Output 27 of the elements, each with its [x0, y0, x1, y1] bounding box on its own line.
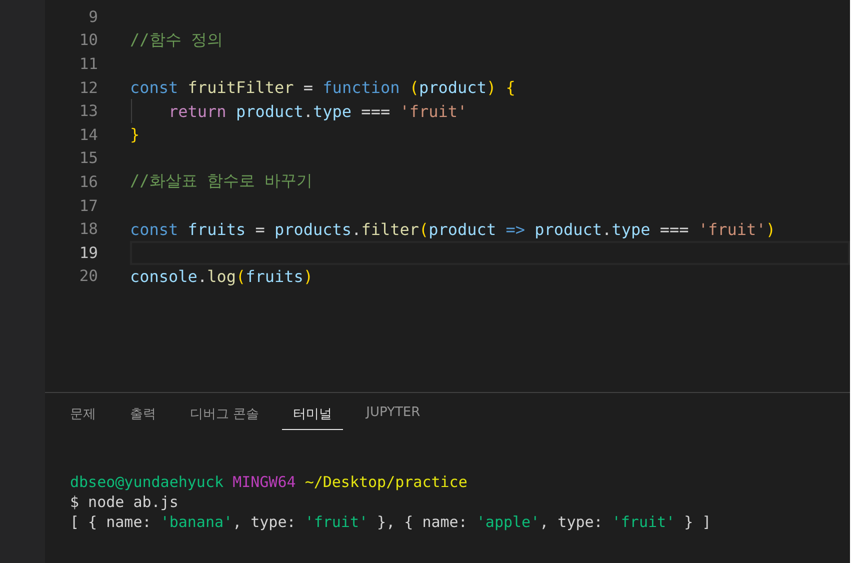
terminal-line: dbseo@yundaehyuck MINGW64 ~/Desktop/practice — [70, 472, 468, 492]
code-line: } — [130, 125, 140, 144]
terminal-line: $ node ab.js — [70, 492, 178, 512]
line-number: 18 — [78, 220, 98, 238]
terminal-line: [ { name: 'banana', type: 'fruit' }, { name: 'apple', type: 'fruit' } ] — [70, 512, 712, 532]
panel-tab[interactable]: 터미널 — [282, 405, 344, 430]
line-number: 13 — [78, 102, 98, 120]
panel-tab[interactable]: 디버그 콘솔 — [179, 405, 270, 430]
line-number: 14 — [78, 126, 98, 144]
code-line: const fruitFilter = function (product) { — [130, 78, 516, 98]
line-number: 11 — [78, 54, 98, 73]
code-comment: //화살표 함수로 바꾸기 — [130, 171, 313, 192]
panel-tab[interactable]: JUPYTER — [355, 405, 432, 430]
code-comment: //함수 정의 — [130, 30, 223, 51]
line-number: 16 — [78, 172, 98, 191]
line-number: 17 — [78, 196, 98, 215]
line-number: 19 — [78, 244, 98, 262]
line-number: 15 — [78, 149, 98, 168]
line-number: 9 — [88, 8, 98, 26]
panel-tab[interactable]: 출력 — [119, 405, 167, 430]
code-line: return product.type === 'fruit' — [168, 102, 468, 121]
panel-tab[interactable]: 문제 — [59, 405, 107, 430]
code-line: console.log(fruits) — [130, 266, 314, 286]
code-line: const fruits = products.filter(product => product.type === 'fruit') — [130, 220, 776, 239]
line-number: 12 — [78, 78, 98, 97]
line-number: 10 — [78, 31, 98, 50]
line-number: 20 — [78, 267, 98, 286]
